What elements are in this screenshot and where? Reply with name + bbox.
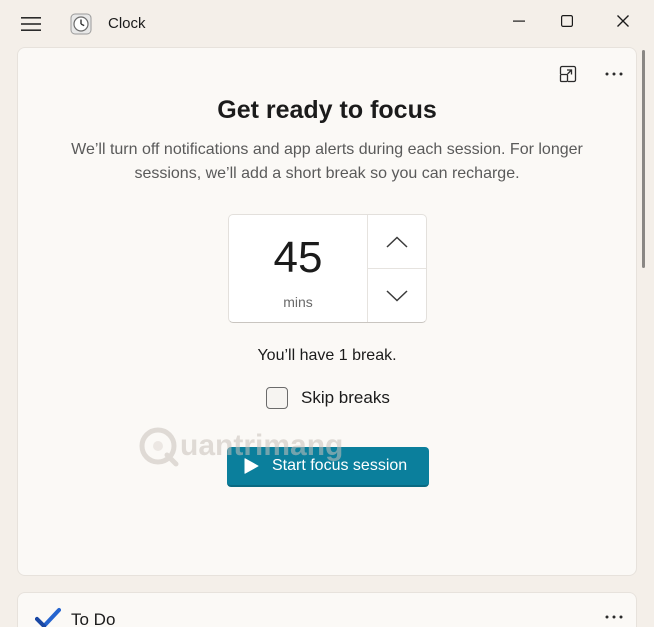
decrease-duration-button[interactable] <box>368 269 426 322</box>
increase-duration-button[interactable] <box>368 215 426 268</box>
chevron-down-icon <box>386 289 408 302</box>
more-icon <box>605 615 623 619</box>
chevron-up-icon <box>386 235 408 248</box>
break-info-text: You’ll have 1 break. <box>257 347 397 364</box>
minimize-icon <box>513 20 525 22</box>
focus-description: We’ll turn off notifications and app ale… <box>71 141 583 182</box>
maximize-icon <box>561 15 573 27</box>
skip-breaks-label: Skip breaks <box>301 388 390 407</box>
duration-display[interactable]: 45 mins <box>229 215 367 322</box>
close-icon <box>617 15 629 27</box>
compact-overlay-button[interactable] <box>552 58 584 90</box>
start-focus-session-button[interactable]: Start focus session <box>227 447 429 487</box>
start-focus-session-label: Start focus session <box>272 457 408 474</box>
navigation-menu-button[interactable] <box>18 12 44 36</box>
scrollbar-thumb[interactable] <box>642 50 645 268</box>
todo-check-icon <box>35 608 61 627</box>
focus-more-options-button[interactable] <box>598 58 630 90</box>
focus-session-card: Get ready to focus We’ll turn off notifi… <box>17 47 637 576</box>
more-icon <box>605 72 623 76</box>
duration-value: 45 <box>273 233 323 282</box>
close-button[interactable] <box>600 6 646 36</box>
hamburger-icon <box>21 17 41 31</box>
focus-heading: Get ready to focus <box>217 96 437 124</box>
compact-overlay-icon <box>559 65 577 83</box>
skip-breaks-checkbox[interactable] <box>266 387 288 409</box>
clock-app-icon <box>70 13 92 35</box>
maximize-button[interactable] <box>544 6 590 36</box>
minimize-button[interactable] <box>496 6 542 36</box>
vertical-scrollbar[interactable] <box>639 46 651 627</box>
app-title: Clock <box>108 15 146 32</box>
duration-unit: mins <box>283 294 313 310</box>
play-icon <box>242 457 260 475</box>
clock-window: Clock Get ready to focus We’ll turn off … <box>0 0 654 627</box>
todo-card: To Do <box>17 592 637 627</box>
skip-breaks-checkbox-row[interactable]: Skip breaks <box>266 385 390 411</box>
title-bar: Clock <box>0 0 654 46</box>
todo-more-options-button[interactable] <box>598 601 630 627</box>
focus-duration-picker: 45 mins <box>228 214 427 323</box>
todo-title: To Do <box>71 610 116 627</box>
